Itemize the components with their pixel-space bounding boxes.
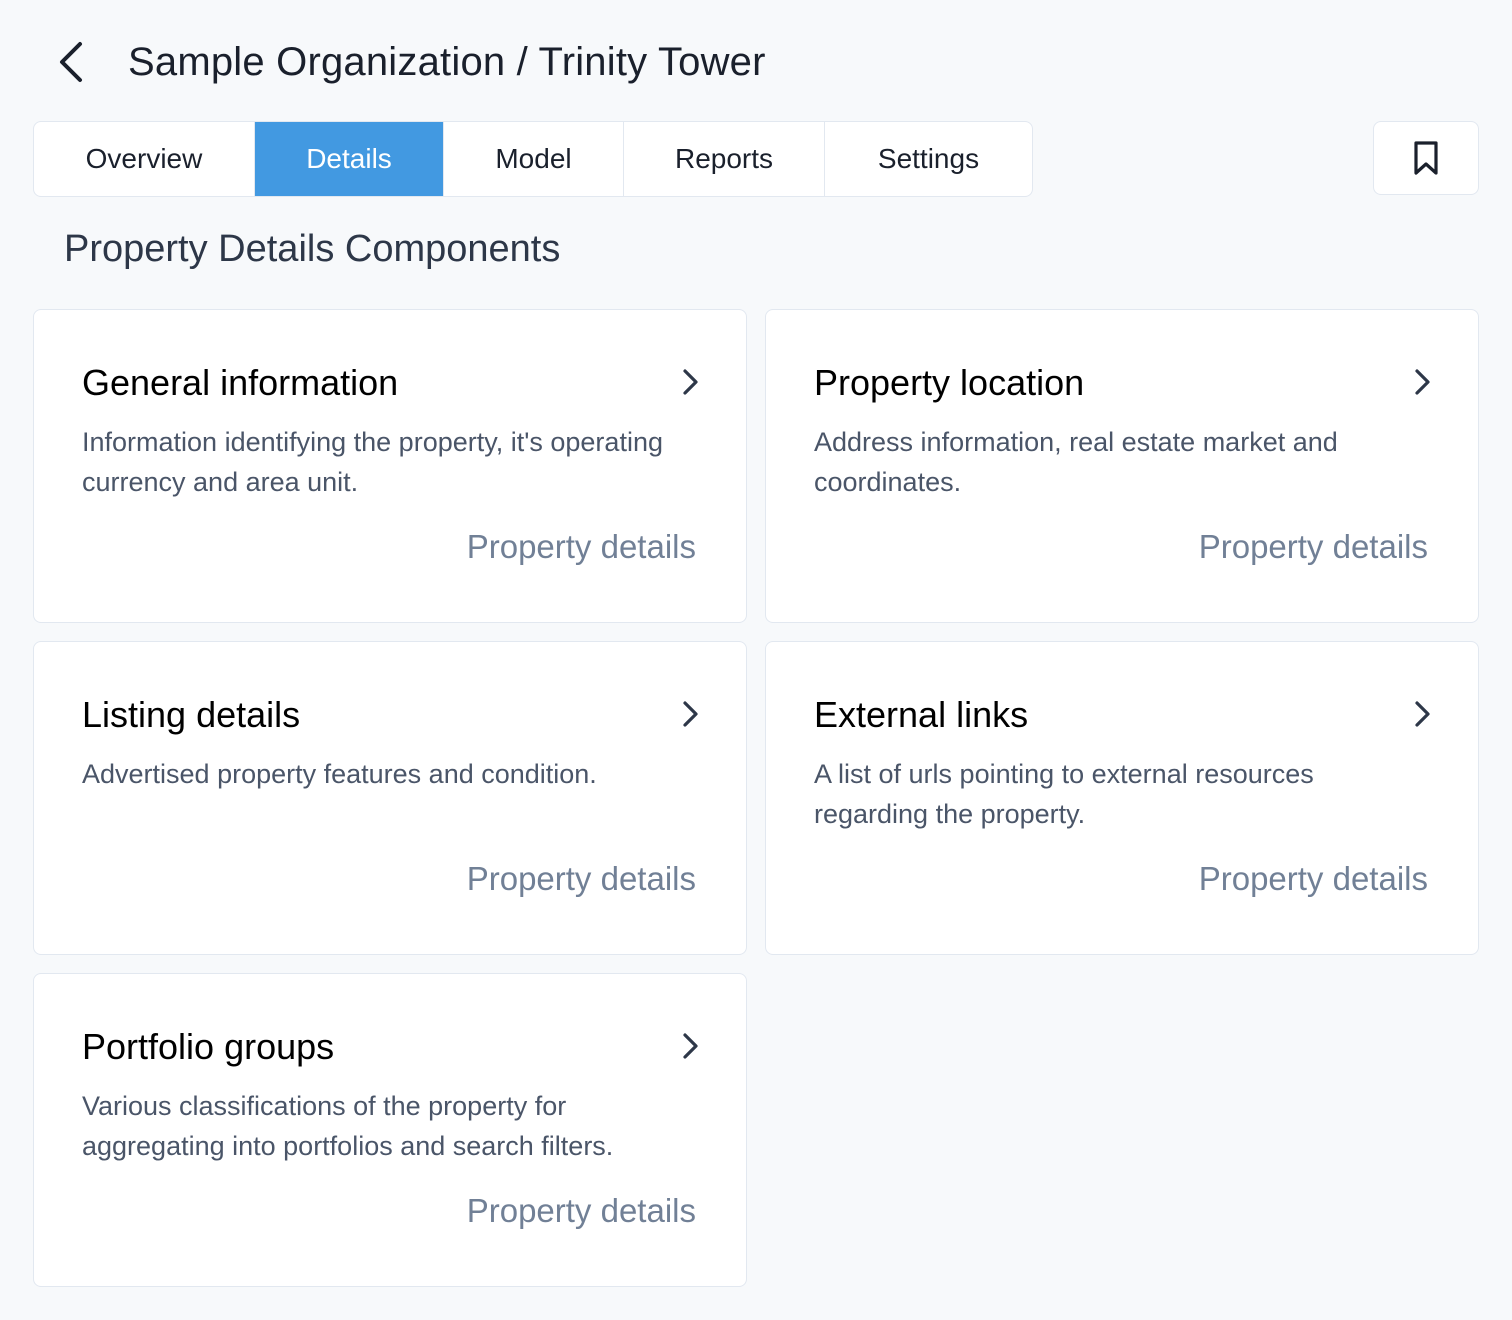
back-button[interactable] [56,32,92,92]
card-property-location[interactable]: Property location Address information, r… [765,309,1479,623]
chevron-left-icon [60,42,82,82]
section-title: Property Details Components [64,228,561,270]
tab-bar: Overview Details Model Reports Settings [33,121,1033,197]
card-description: Information identifying the property, it… [82,427,663,497]
tab-overview[interactable]: Overview [34,122,255,196]
bookmark-icon [1414,141,1438,175]
card-description: Various classifications of the property … [82,1091,614,1161]
chevron-right-icon [1410,698,1434,730]
card-title: External links [814,694,1029,735]
card-title: General information [82,362,399,403]
card-description: Advertised property features and conditi… [82,759,597,789]
chevron-right-icon [678,698,702,730]
card-link[interactable]: Property details [467,860,696,898]
page-header: Sample Organization / Trinity Tower [56,32,766,92]
card-link[interactable]: Property details [467,1192,696,1230]
chevron-right-icon [1410,366,1434,398]
chevron-right-icon [678,1030,702,1062]
card-description: Address information, real estate market … [814,427,1338,497]
card-external-links[interactable]: External links A list of urls pointing t… [765,641,1479,955]
card-link[interactable]: Property details [1199,528,1428,566]
card-portfolio-groups[interactable]: Portfolio groups Various classifications… [33,973,747,1287]
tab-reports[interactable]: Reports [624,122,825,196]
card-title: Portfolio groups [82,1026,335,1067]
card-link[interactable]: Property details [467,528,696,566]
chevron-right-icon [678,366,702,398]
card-title: Listing details [82,694,301,735]
tab-model[interactable]: Model [444,122,624,196]
card-description: A list of urls pointing to external reso… [814,759,1314,829]
card-listing-details[interactable]: Listing details Advertised property feat… [33,641,747,955]
tab-settings[interactable]: Settings [825,122,1032,196]
bookmark-button[interactable] [1373,121,1479,195]
page-title: Sample Organization / Trinity Tower [128,39,766,84]
card-general-information[interactable]: General information Information identify… [33,309,747,623]
card-link[interactable]: Property details [1199,860,1428,898]
tab-details[interactable]: Details [255,122,444,196]
card-title: Property location [814,362,1085,403]
